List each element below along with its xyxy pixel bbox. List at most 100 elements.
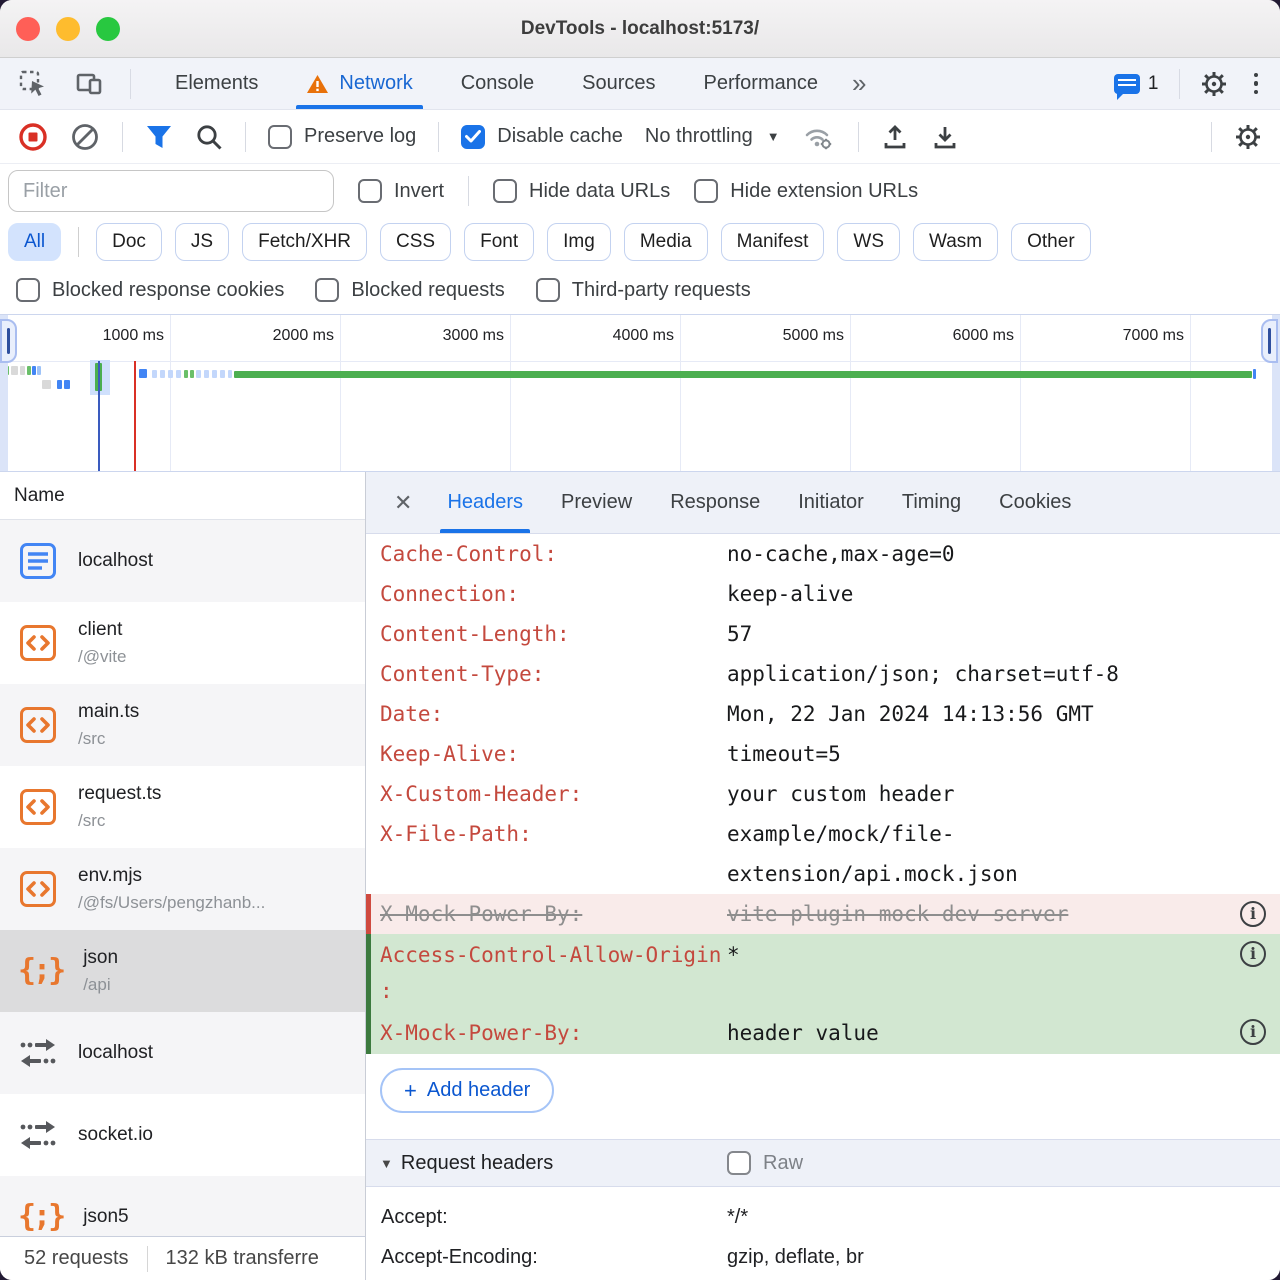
- info-icon[interactable]: i: [1240, 941, 1266, 967]
- request-row-request-ts[interactable]: request.ts/src: [0, 766, 365, 848]
- network-settings-gear-icon[interactable]: [1234, 123, 1262, 151]
- type-chip-fetch-xhr[interactable]: Fetch/XHR: [242, 223, 367, 261]
- header-name: Cache-Control:: [380, 534, 727, 574]
- type-chip-font[interactable]: Font: [464, 223, 534, 261]
- clear-network-log-button[interactable]: [70, 122, 100, 152]
- network-overview-timeline[interactable]: 1000 ms2000 ms3000 ms4000 ms5000 ms6000 …: [0, 314, 1280, 472]
- checkbox-box: [16, 278, 40, 302]
- tab-label: Network: [339, 72, 412, 95]
- request-headers-section-bar[interactable]: ▼Request headersRaw: [366, 1139, 1280, 1187]
- tab-elements[interactable]: Elements: [151, 58, 282, 109]
- tab-label: Elements: [175, 72, 258, 95]
- tab-performance[interactable]: Performance: [680, 58, 843, 109]
- close-icon[interactable]: ✕: [376, 490, 428, 516]
- request-name: client: [78, 619, 126, 641]
- json-icon: {;}: [18, 1202, 63, 1232]
- timeline-right-handle[interactable]: [1261, 319, 1278, 363]
- header-row: Content-Type:application/json; charset=u…: [366, 654, 1280, 694]
- detail-tab-cookies[interactable]: Cookies: [980, 472, 1090, 533]
- request-row-env-mjs[interactable]: env.mjs/@fs/Users/pengzhanb...: [0, 848, 365, 930]
- timeline-ruler-line: [0, 361, 1280, 362]
- request-row-json[interactable]: {;} json/api: [0, 930, 365, 1012]
- window-title: DevTools - localhost:5173/: [0, 18, 1280, 40]
- more-options-kebab-icon[interactable]: [1248, 71, 1265, 97]
- request-row-socket-io[interactable]: socket.io: [0, 1094, 365, 1176]
- request-name: env.mjs: [78, 865, 265, 887]
- timeline-left-handle[interactable]: [0, 319, 17, 363]
- invert-checkbox[interactable]: Invert: [358, 179, 444, 203]
- preserve-log-checkbox[interactable]: Preserve log: [268, 125, 416, 149]
- waterfall-bar: [57, 380, 62, 389]
- json-icon: {;}: [18, 956, 63, 986]
- issues-counter[interactable]: 1: [1114, 73, 1159, 95]
- detail-tab-initiator[interactable]: Initiator: [779, 472, 883, 533]
- filter-input[interactable]: [8, 170, 334, 212]
- add-header-button[interactable]: +Add header: [380, 1068, 554, 1113]
- record-network-log-button[interactable]: [18, 122, 48, 152]
- import-har-icon[interactable]: [881, 123, 909, 151]
- request-row-client[interactable]: client/@vite: [0, 602, 365, 684]
- timeline-tick-label: 1000 ms: [14, 327, 164, 345]
- search-icon[interactable]: [195, 123, 223, 151]
- checkbox-label: Third-party requests: [572, 279, 751, 302]
- request-text: request.ts/src: [78, 783, 161, 831]
- info-icon[interactable]: i: [1240, 1019, 1266, 1045]
- type-chip-ws[interactable]: WS: [837, 223, 900, 261]
- detail-tab-response[interactable]: Response: [651, 472, 779, 533]
- filter-funnel-icon[interactable]: [145, 124, 173, 150]
- request-row-json5[interactable]: {;}json5: [0, 1176, 365, 1236]
- settings-gear-icon[interactable]: [1200, 70, 1228, 98]
- tab-network[interactable]: Network: [282, 58, 436, 109]
- type-chip-media[interactable]: Media: [624, 223, 708, 261]
- third-party-requests-checkbox[interactable]: Third-party requests: [536, 278, 751, 302]
- waterfall-bar: [20, 366, 25, 375]
- request-row-localhost[interactable]: localhost: [0, 520, 365, 602]
- inspect-element-icon[interactable]: [18, 69, 48, 99]
- detail-tab-timing[interactable]: Timing: [883, 472, 980, 533]
- info-icon[interactable]: i: [1240, 901, 1266, 927]
- blocked-requests-checkbox[interactable]: Blocked requests: [315, 278, 504, 302]
- blocked-response-cookies-checkbox[interactable]: Blocked response cookies: [16, 278, 284, 302]
- more-tabs-chevron-icon[interactable]: »: [842, 68, 876, 99]
- waterfall-bar: [37, 366, 41, 375]
- checkbox-box: [536, 278, 560, 302]
- type-chip-all[interactable]: All: [8, 223, 61, 261]
- close-window-button[interactable]: [16, 17, 40, 41]
- disclosure-triangle-icon[interactable]: ▼: [380, 1156, 393, 1171]
- type-chip-other[interactable]: Other: [1011, 223, 1091, 261]
- checkbox-label: Blocked requests: [351, 279, 504, 302]
- minimize-window-button[interactable]: [56, 17, 80, 41]
- name-column-header[interactable]: Name: [0, 472, 365, 520]
- waterfall-bar: [32, 366, 36, 375]
- type-chip-manifest[interactable]: Manifest: [721, 223, 825, 261]
- tab-sources[interactable]: Sources: [558, 58, 679, 109]
- raw-checkbox[interactable]: Raw: [727, 1151, 803, 1175]
- timeline-tick-label: 4000 ms: [524, 327, 674, 345]
- request-row-localhost[interactable]: localhost: [0, 1012, 365, 1094]
- hide-extension-urls-checkbox[interactable]: Hide extension URLs: [694, 179, 918, 203]
- header-value: header value: [727, 1015, 1270, 1051]
- plus-icon: +: [404, 1080, 417, 1102]
- request-row-main-ts[interactable]: main.ts/src: [0, 684, 365, 766]
- throttling-dropdown[interactable]: No throttling ▼: [645, 125, 780, 148]
- type-chip-js[interactable]: JS: [175, 223, 229, 261]
- device-toolbar-icon[interactable]: [74, 69, 104, 99]
- type-chip-doc[interactable]: Doc: [96, 223, 162, 261]
- request-headers-list: Accept:*/*Accept-Encoding:gzip, deflate,…: [366, 1187, 1280, 1277]
- type-chip-wasm[interactable]: Wasm: [913, 223, 998, 261]
- request-name: request.ts: [78, 783, 161, 805]
- detail-tab-preview[interactable]: Preview: [542, 472, 651, 533]
- hide-data-urls-checkbox[interactable]: Hide data URLs: [493, 179, 670, 203]
- type-chip-img[interactable]: Img: [547, 223, 611, 261]
- export-har-icon[interactable]: [931, 123, 959, 151]
- network-conditions-icon[interactable]: [802, 123, 836, 151]
- disable-cache-checkbox[interactable]: Disable cache: [461, 125, 623, 149]
- header-row: X-Custom-Header:your custom header: [366, 774, 1280, 814]
- zoom-window-button[interactable]: [96, 17, 120, 41]
- blocked-filters-row: Blocked response cookies Blocked requests…: [0, 266, 1280, 314]
- request-text: json/api: [83, 947, 118, 995]
- tab-console[interactable]: Console: [437, 58, 558, 109]
- exchange-icon: [18, 1120, 58, 1150]
- detail-tab-headers[interactable]: Headers: [428, 472, 542, 533]
- type-chip-css[interactable]: CSS: [380, 223, 451, 261]
